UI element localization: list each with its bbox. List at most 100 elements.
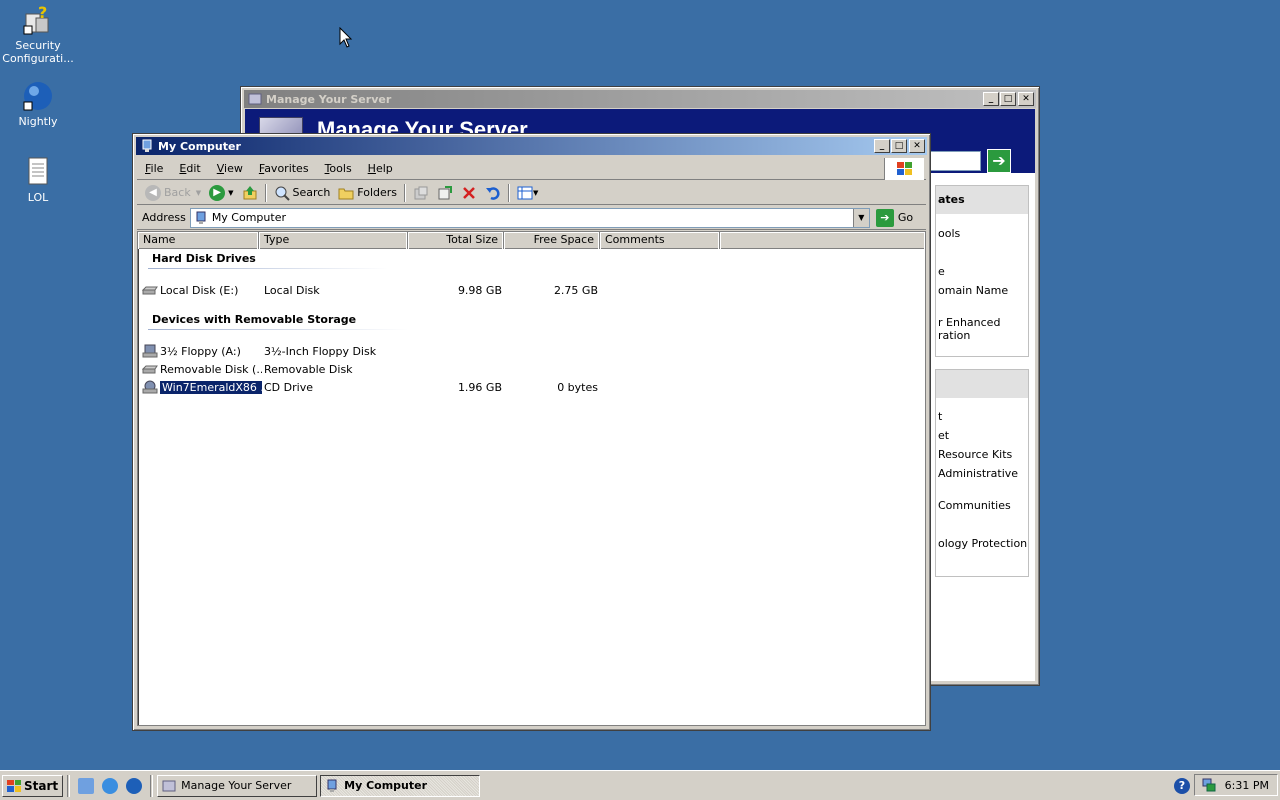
window-title: My Computer [158, 139, 241, 153]
search-button[interactable]: Search [270, 182, 335, 204]
start-button[interactable]: Start [2, 774, 64, 797]
menu-tools[interactable]: Tools [317, 162, 360, 175]
link[interactable]: omain Name [938, 284, 1008, 297]
quick-launch-separator [150, 774, 154, 797]
maximize-button[interactable]: □ [891, 139, 907, 153]
copy-to-button[interactable] [433, 182, 457, 204]
title-bar[interactable]: Manage Your Server _ □ ✕ [244, 90, 1036, 108]
desktop-icon-nightly[interactable]: Nightly [0, 80, 76, 128]
internet-explorer-icon[interactable] [102, 777, 119, 794]
my-computer-window[interactable]: My Computer _ □ ✕ File Edit View Favorit… [132, 133, 931, 731]
move-to-button[interactable] [409, 182, 433, 204]
close-button[interactable]: ✕ [1018, 92, 1034, 106]
minimize-button[interactable]: _ [983, 92, 999, 106]
total-size-cell: 1.96 GB [457, 380, 502, 394]
column-header-type[interactable]: Type [259, 232, 408, 249]
help-icon[interactable]: ? [1174, 778, 1190, 794]
folder-icon [338, 188, 354, 199]
free-space-cell: 0 bytes [557, 380, 598, 394]
column-header-filler [720, 232, 925, 249]
desktop-icon-security-configuration[interactable]: ? Security Configurati... [0, 3, 76, 65]
link[interactable]: ools [938, 227, 960, 240]
undo-button[interactable] [481, 182, 505, 204]
menu-favorites[interactable]: Favorites [251, 162, 317, 175]
menu-view[interactable]: View [209, 162, 251, 175]
text-document-icon [22, 156, 54, 188]
link[interactable]: et [938, 429, 949, 442]
link[interactable]: ology Protection [938, 537, 1027, 550]
start-label: Start [24, 778, 59, 793]
address-bar: Address My Computer ▼ ➔ Go [137, 206, 926, 230]
toolbar-separator [404, 183, 407, 202]
views-button[interactable]: ▼ [513, 182, 542, 204]
column-headers: Name Type Total Size Free Space Comments [138, 232, 925, 249]
type-cell: Local Disk [264, 283, 320, 297]
up-folder-button[interactable] [238, 182, 262, 204]
folders-button[interactable]: Folders [334, 182, 401, 204]
mouse-cursor-icon [339, 27, 353, 48]
table-row[interactable]: Local Disk (E:) Local Disk 9.98 GB 2.75 … [142, 282, 598, 298]
link[interactable]: r Enhanced [938, 316, 1000, 329]
search-icon [275, 186, 290, 201]
task-button-my-computer[interactable]: My Computer [320, 774, 481, 797]
drive-name: Local Disk (E:) [160, 283, 239, 297]
forward-arrow-icon: ▶ [209, 184, 226, 201]
column-header-comments[interactable]: Comments [600, 232, 720, 249]
column-header-total-size[interactable]: Total Size [408, 232, 504, 249]
menu-file[interactable]: File [137, 162, 171, 175]
link[interactable]: t [938, 410, 942, 423]
drive-name: 3½ Floppy (A:) [160, 344, 241, 358]
quick-launch-separator [67, 774, 71, 797]
group-divider [148, 329, 408, 330]
up-folder-icon [243, 185, 256, 199]
delete-button[interactable] [457, 182, 481, 204]
chevron-down-icon: ▼ [533, 188, 539, 197]
go-button[interactable]: ➔ Go [875, 208, 913, 227]
resources-section: t et Resource Kits Administrative Commun… [935, 369, 1029, 577]
link[interactable]: ration [938, 329, 970, 342]
title-bar[interactable]: My Computer _ □ ✕ [136, 137, 927, 155]
desktop-icon-lol[interactable]: LOL [0, 156, 76, 204]
desktop-icon-label: Security Configurati... [2, 39, 74, 65]
link[interactable]: Resource Kits [938, 448, 1012, 461]
chevron-down-icon: ▼ [195, 188, 202, 197]
total-size-cell: 9.98 GB [457, 283, 502, 297]
move-to-icon [414, 186, 428, 199]
menu-help[interactable]: Help [360, 162, 401, 175]
clock[interactable]: 6:31 PM [1225, 779, 1269, 792]
drive-name: Removable Disk (... [160, 362, 262, 376]
address-input[interactable]: My Computer ▼ [189, 207, 870, 228]
search-label: Search [292, 186, 331, 199]
task-button-manage-your-server[interactable]: Manage Your Server [157, 774, 318, 797]
link[interactable]: Communities [938, 499, 1011, 512]
type-cell: 3½-Inch Floppy Disk [264, 344, 377, 358]
name-cell: Removable Disk (... [142, 362, 262, 376]
globe-icon[interactable] [126, 777, 143, 794]
table-row[interactable]: 3½ Floppy (A:) 3½-Inch Floppy Disk [142, 343, 598, 359]
show-desktop-icon[interactable] [78, 777, 95, 794]
taskbar: Start Manage Your Server My Computer ? 6… [0, 770, 1280, 800]
table-row-selected[interactable]: Win7EmeraldX86 ... CD Drive 1.96 GB 0 by… [142, 379, 598, 395]
link[interactable]: e [938, 265, 945, 278]
go-button[interactable]: ➔ [987, 149, 1011, 173]
column-header-name[interactable]: Name [138, 232, 259, 249]
address-dropdown-button[interactable]: ▼ [852, 208, 869, 227]
back-button[interactable]: ◀ Back ▼ [141, 182, 205, 204]
back-arrow-icon: ◀ [145, 184, 161, 201]
section-header: ates [936, 186, 1028, 214]
close-button[interactable]: ✕ [909, 139, 925, 153]
table-row[interactable]: Removable Disk (... Removable Disk [142, 361, 598, 377]
computer-icon [327, 779, 337, 792]
link[interactable]: Administrative [938, 467, 1018, 480]
hard-drive-icon [142, 286, 158, 295]
maximize-button[interactable]: □ [1000, 92, 1016, 106]
forward-button[interactable]: ▶ ▼ [205, 182, 237, 204]
tools-section: ates ools e omain Name r Enhanced ration [935, 185, 1029, 357]
menu-edit[interactable]: Edit [171, 162, 208, 175]
minimize-button[interactable]: _ [874, 139, 890, 153]
name-cell: 3½ Floppy (A:) [142, 344, 262, 358]
task-label: Manage Your Server [181, 779, 292, 792]
network-icon[interactable] [1201, 777, 1217, 793]
column-header-free-space[interactable]: Free Space [504, 232, 600, 249]
file-list-view[interactable]: Name Type Total Size Free Space Comments… [137, 231, 926, 726]
